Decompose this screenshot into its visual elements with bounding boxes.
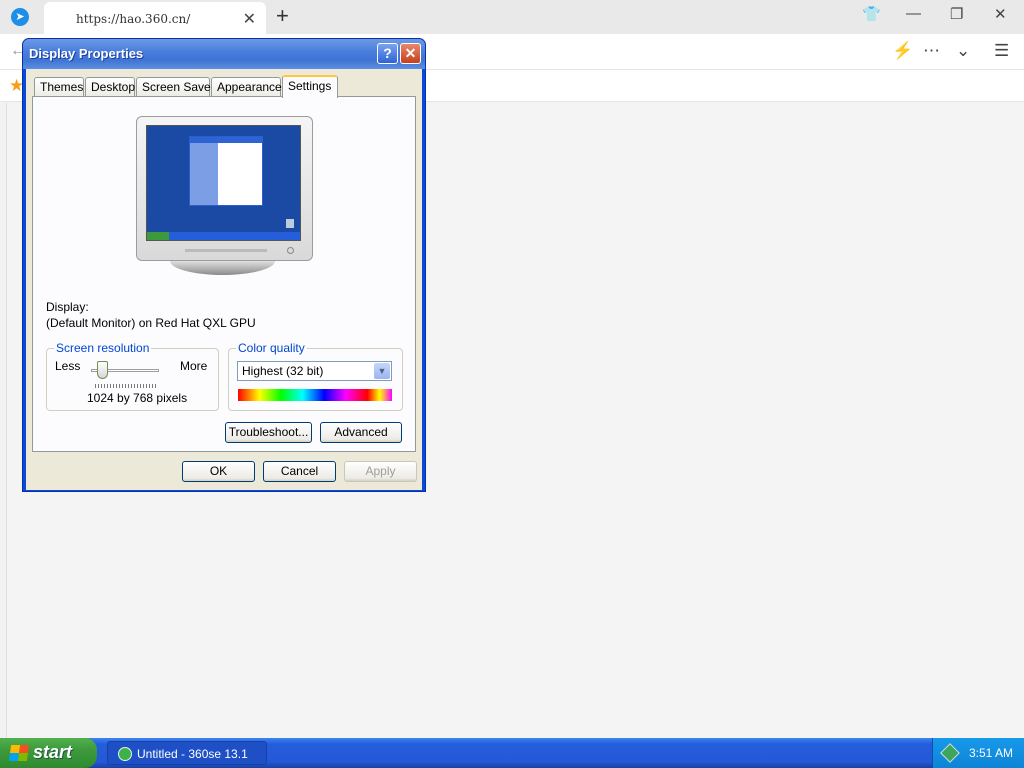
start-label: start — [33, 742, 73, 762]
advanced-button[interactable]: Advanced — [320, 422, 402, 443]
network-icon[interactable] — [940, 743, 960, 763]
monitor-stand — [170, 261, 275, 275]
skin-icon[interactable]: 👕 — [862, 5, 881, 23]
clock: 3:51 AM — [969, 746, 1014, 760]
recycle-bin-icon — [286, 219, 294, 228]
monitor-illustration — [136, 116, 313, 261]
color-quality-value: Highest (32 bit) — [242, 364, 324, 378]
windows-logo-icon — [8, 745, 30, 761]
browser-tab-bar: ➤ https://hao.360.cn/ ✕ + 👕 — ❐ ✕ — [0, 0, 1024, 34]
chevron-down-icon[interactable]: ▼ — [374, 363, 390, 379]
resolution-slider-thumb[interactable] — [97, 361, 108, 379]
monitor-slot — [185, 249, 267, 252]
start-button[interactable]: start — [0, 738, 97, 768]
cancel-button[interactable]: Cancel — [263, 461, 336, 482]
system-tray: 3:51 AM — [932, 738, 1024, 768]
color-quality-select[interactable]: Highest (32 bit) ▼ — [237, 361, 392, 381]
new-tab-button[interactable]: + — [276, 3, 289, 29]
monitor-power-icon — [287, 247, 294, 254]
browser-tab[interactable]: https://hao.360.cn/ ✕ — [44, 2, 266, 34]
color-spectrum-bar — [238, 389, 392, 401]
tab-close-icon[interactable]: ✕ — [243, 9, 256, 29]
tab-screen-saver[interactable]: Screen Saver — [136, 77, 215, 97]
360se-icon — [118, 747, 132, 761]
mini-window-sidebar — [190, 143, 218, 205]
mini-taskbar — [147, 232, 300, 240]
dialog-title-bar[interactable]: Display Properties ? ✕ — [23, 39, 425, 69]
resolution-value: 1024 by 768 pixels — [87, 391, 188, 405]
resolution-slider-ticks — [95, 384, 157, 388]
color-quality-group: Color quality Highest (32 bit) ▼ — [228, 341, 403, 411]
apply-button: Apply — [344, 461, 417, 482]
troubleshoot-button[interactable]: Troubleshoot... — [225, 422, 312, 443]
menu-icon[interactable]: ☰ — [994, 41, 1009, 61]
mini-window — [189, 136, 263, 206]
more-icon[interactable]: ⋯ — [923, 41, 940, 61]
dialog-close-button[interactable]: ✕ — [400, 43, 421, 64]
display-label: Display: — [46, 300, 89, 314]
tab-appearance[interactable]: Appearance — [211, 77, 282, 97]
restore-button[interactable]: ❐ — [950, 5, 963, 23]
screen-resolution-title: Screen resolution — [54, 341, 152, 355]
close-window-button[interactable]: ✕ — [994, 5, 1007, 23]
settings-panel: Display: (Default Monitor) on Red Hat QX… — [32, 96, 416, 452]
display-value: (Default Monitor) on Red Hat QXL GPU — [46, 316, 256, 330]
dialog-title: Display Properties — [29, 46, 144, 61]
ok-button[interactable]: OK — [182, 461, 255, 482]
color-quality-title: Color quality — [236, 341, 307, 355]
resolution-less-label: Less — [55, 359, 81, 373]
resolution-more-label: More — [180, 359, 208, 373]
taskbar: start Untitled - 360se 13.1 3:51 AM — [0, 738, 1024, 768]
dialog-body: Themes Desktop Screen Saver Appearance S… — [26, 69, 422, 490]
tab-settings[interactable]: Settings — [282, 75, 338, 98]
tab-desktop[interactable]: Desktop — [85, 77, 135, 97]
browser-logo-icon[interactable]: ➤ — [11, 8, 29, 26]
monitor-screen — [146, 125, 301, 241]
tab-title: https://hao.360.cn/ — [76, 12, 191, 26]
mini-start-button — [147, 232, 169, 240]
chevron-down-icon[interactable]: ⌄ — [956, 41, 970, 61]
tab-themes[interactable]: Themes — [34, 77, 84, 97]
help-button[interactable]: ? — [377, 43, 398, 64]
minimize-button[interactable]: — — [906, 5, 921, 22]
screen-resolution-group: Screen resolution Less More 1024 by 768 … — [46, 341, 219, 411]
bolt-icon[interactable]: ⚡ — [892, 41, 913, 61]
taskbar-item-360se[interactable]: Untitled - 360se 13.1 — [107, 741, 267, 765]
taskbar-item-label: Untitled - 360se 13.1 — [137, 747, 248, 761]
display-properties-dialog: Display Properties ? ✕ Themes Desktop Sc… — [22, 38, 426, 492]
